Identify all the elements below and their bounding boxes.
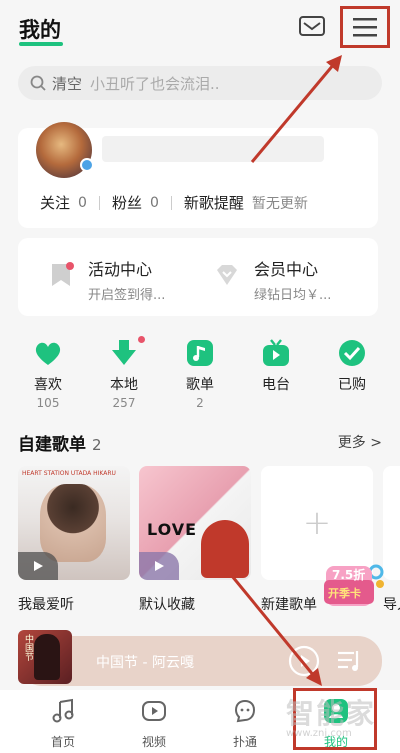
promo-label: 开季卡 <box>328 587 361 600</box>
quick-playlist-label: 歌单 <box>186 377 214 393</box>
album-art[interactable]: 中国节 <box>18 630 72 684</box>
mail-icon[interactable] <box>298 14 326 38</box>
flag-icon <box>52 262 74 286</box>
more-link[interactable]: 更多 > <box>338 432 382 452</box>
mini-player[interactable]: 中国节 中国节 - 阿云嘎 <box>18 630 382 686</box>
playlist-heading: 自建歌单 <box>18 435 86 455</box>
quick-actions: 喜欢 105 本地 257 歌单 2 电台 已购 <box>16 336 384 418</box>
play-button[interactable] <box>288 645 320 677</box>
fans-count: 0 <box>149 194 159 211</box>
playlist-item[interactable]: LOVE 默认收藏 <box>139 466 251 614</box>
services-card: 活动中心 开启签到得... 会员中心 绿钻日均￥... <box>18 238 378 316</box>
profile-card[interactable]: 关注 0 粉丝 0 新歌提醒 暂无更新 <box>18 122 378 228</box>
check-icon <box>339 340 365 366</box>
activity-center-subtitle: 开启签到得... <box>88 288 166 303</box>
tab-putong[interactable]: 扑通 <box>210 698 280 750</box>
tab-putong-label: 扑通 <box>232 735 257 749</box>
header: 我的 <box>0 0 400 60</box>
playlist-count: 2 <box>92 436 102 454</box>
new-dot <box>138 336 145 343</box>
watermark-url: www.znj.com <box>286 728 352 739</box>
plus-icon: + <box>302 503 332 543</box>
now-playing-title: 中国节 - 阿云嘎 <box>96 655 194 671</box>
art-text: 中国节 <box>23 634 33 661</box>
quick-radio[interactable]: 电台 <box>246 338 306 394</box>
vip-center[interactable]: 会员中心 绿钻日均￥... <box>214 256 331 303</box>
playlist-cover[interactable]: LOVE <box>139 466 251 580</box>
profile-stats: 关注 0 粉丝 0 新歌提醒 暂无更新 <box>40 192 308 213</box>
play-circle-icon <box>288 645 320 677</box>
vip-center-title: 会员中心 <box>254 260 319 279</box>
quick-purchased[interactable]: 已购 <box>322 338 382 394</box>
activity-center-title: 活动中心 <box>88 260 153 279</box>
quick-local-label: 本地 <box>110 377 138 393</box>
quick-playlist-count: 2 <box>196 396 204 410</box>
quick-playlist[interactable]: 歌单 2 <box>170 338 230 410</box>
playlist-name: 我最爱听 <box>18 597 74 613</box>
divider <box>170 195 172 210</box>
download-icon <box>112 340 136 365</box>
vip-badge-icon <box>80 158 94 172</box>
quick-like-label: 喜欢 <box>34 377 62 393</box>
search-clear-label[interactable]: 清空 <box>52 73 82 94</box>
cover-text: LOVE <box>147 520 198 539</box>
music-note-icon <box>52 698 74 723</box>
heart-icon <box>35 342 61 365</box>
queue-icon <box>338 651 359 671</box>
quick-purchased-label: 已购 <box>338 377 366 393</box>
cover-figure <box>201 520 249 578</box>
cover-photo <box>40 484 106 562</box>
search-icon <box>30 75 46 91</box>
tab-video-label: 视频 <box>141 735 166 749</box>
search-bar[interactable]: 清空 小丑听了也会流泪.. <box>18 66 382 100</box>
play-icon[interactable] <box>139 552 179 580</box>
diamond-icon <box>217 265 237 285</box>
art-figure <box>34 634 60 680</box>
title-underline <box>19 42 63 46</box>
playlist-button[interactable] <box>336 649 364 673</box>
playlist-name: 默认收藏 <box>139 597 195 613</box>
vip-center-subtitle: 绿钻日均￥... <box>254 288 332 303</box>
tab-home[interactable]: 首页 <box>28 698 98 750</box>
quick-local-count: 257 <box>112 396 136 410</box>
quick-like[interactable]: 喜欢 105 <box>18 338 78 410</box>
radio-tv-icon <box>263 339 289 366</box>
promo-badge[interactable]: 7.5折 开季卡 <box>322 562 386 614</box>
play-icon[interactable] <box>18 552 58 580</box>
page-title: 我的 <box>19 18 61 42</box>
cover-text: HEART STATION UTADA HIKARU <box>22 470 116 477</box>
watermark-logo: 智能家 <box>286 697 377 730</box>
follow-count: 0 <box>78 194 87 211</box>
menu-button[interactable] <box>340 6 390 48</box>
quick-like-count: 105 <box>36 396 60 410</box>
playlist-header: 自建歌单 2 更多 > <box>18 430 382 455</box>
tab-video[interactable]: 视频 <box>119 698 189 750</box>
hamburger-icon <box>353 18 377 37</box>
tab-home-label: 首页 <box>50 735 75 749</box>
video-play-icon <box>142 701 166 721</box>
new-song-status: 暂无更新 <box>251 195 308 212</box>
quick-radio-label: 电台 <box>262 377 290 393</box>
fans-label[interactable]: 粉丝 <box>112 192 142 213</box>
follow-label[interactable]: 关注 <box>40 192 70 213</box>
activity-center[interactable]: 活动中心 开启签到得... <box>48 256 165 303</box>
chat-face-icon <box>234 699 256 723</box>
divider <box>98 195 100 210</box>
username-redacted <box>102 136 324 162</box>
promo-discount: 7.5折 <box>332 568 366 582</box>
search-placeholder: 小丑听了也会流泪.. <box>90 74 220 93</box>
new-song-label[interactable]: 新歌提醒 <box>184 192 244 213</box>
playlist-item[interactable]: HEART STATION UTADA HIKARU 我最爱听 <box>18 466 130 614</box>
quick-local[interactable]: 本地 257 <box>94 336 154 410</box>
playlist-cover[interactable]: HEART STATION UTADA HIKARU <box>18 466 130 580</box>
music-note-icon <box>187 340 213 366</box>
